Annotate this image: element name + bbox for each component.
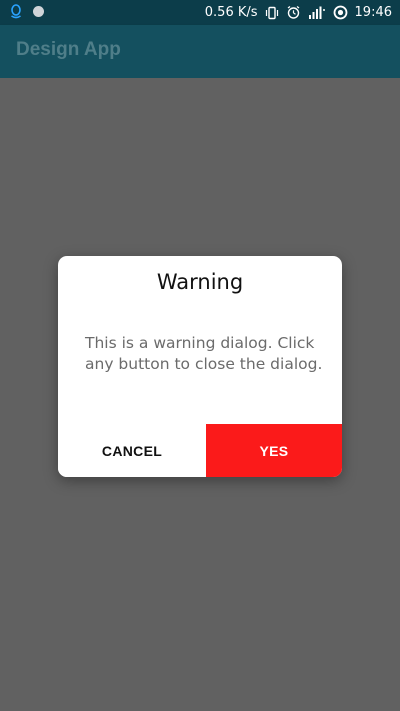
alarm-icon	[286, 5, 301, 20]
yes-button[interactable]: YES	[206, 424, 342, 477]
vibrate-icon	[265, 6, 279, 20]
cancel-button[interactable]: CANCEL	[58, 424, 206, 477]
dialog-message: This is a warning dialog. Click any butt…	[85, 334, 323, 373]
network-speed: 0.56 K/s	[204, 5, 258, 20]
dialog-title: Warning	[156, 270, 244, 294]
status-bar-left	[10, 4, 45, 19]
data-saver-icon	[333, 5, 348, 20]
warning-dialog: Warning This is a warning dialog. Click …	[58, 256, 342, 477]
status-bar-right: 0.56 K/s 19:46	[205, 4, 392, 21]
clock: 19:46	[354, 5, 392, 20]
app-title: Design App	[16, 39, 121, 60]
status-bar: 0.56 K/s 19:46	[0, 0, 400, 25]
qq-icon	[10, 4, 22, 19]
signal-4g-icon	[308, 6, 326, 20]
circle-app-icon	[32, 5, 45, 18]
app-bar: Design App	[0, 25, 400, 78]
